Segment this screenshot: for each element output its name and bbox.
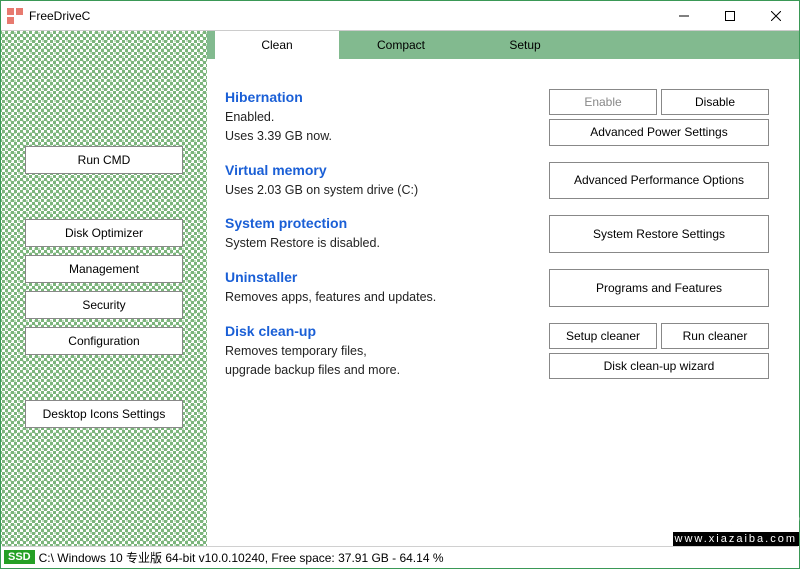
desktop-icons-button[interactable]: Desktop Icons Settings	[25, 400, 183, 428]
watermark-text: 下载吧	[673, 486, 799, 532]
hibernation-usage: Uses 3.39 GB now.	[225, 127, 549, 146]
disk-cleanup-desc2: upgrade backup files and more.	[225, 361, 549, 380]
section-system-protection: System protection System Restore is disa…	[225, 215, 769, 253]
tab-clean[interactable]: Clean	[215, 31, 339, 59]
disk-cleanup-title: Disk clean-up	[225, 323, 549, 339]
section-disk-cleanup: Disk clean-up Removes temporary files, u…	[225, 323, 769, 380]
content-area: Clean Compact Setup Hibernation Enabled.…	[207, 31, 799, 547]
app-icon	[7, 8, 23, 24]
tab-setup[interactable]: Setup	[463, 31, 587, 59]
setup-cleaner-button[interactable]: Setup cleaner	[549, 323, 657, 349]
advanced-power-settings-button[interactable]: Advanced Power Settings	[549, 119, 769, 146]
programs-and-features-button[interactable]: Programs and Features	[549, 269, 769, 307]
tab-compact[interactable]: Compact	[339, 31, 463, 59]
section-hibernation: Hibernation Enabled. Uses 3.39 GB now. E…	[225, 89, 769, 146]
run-cleaner-button[interactable]: Run cleaner	[661, 323, 769, 349]
sidebar: Run CMD Disk Optimizer Management Securi…	[1, 31, 207, 547]
hibernation-status: Enabled.	[225, 108, 549, 127]
uninstaller-title: Uninstaller	[225, 269, 549, 285]
advanced-performance-options-button[interactable]: Advanced Performance Options	[549, 162, 769, 200]
title-bar: FreeDriveC	[1, 1, 799, 31]
ssd-badge: SSD	[4, 550, 35, 564]
status-text: C:\ Windows 10 专业版 64-bit v10.0.10240, F…	[39, 549, 444, 566]
section-uninstaller: Uninstaller Removes apps, features and u…	[225, 269, 769, 307]
virtual-memory-usage: Uses 2.03 GB on system drive (C:)	[225, 181, 549, 200]
maximize-button[interactable]	[707, 1, 753, 31]
hibernation-disable-button[interactable]: Disable	[661, 89, 769, 115]
main-area: Run CMD Disk Optimizer Management Securi…	[1, 31, 799, 547]
security-button[interactable]: Security	[25, 291, 183, 319]
watermark-overlay: 下载吧 www.xiazaiba.com	[673, 486, 799, 546]
window-controls	[661, 1, 799, 30]
system-restore-settings-button[interactable]: System Restore Settings	[549, 215, 769, 253]
tabs-bar: Clean Compact Setup	[207, 31, 799, 59]
close-button[interactable]	[753, 1, 799, 31]
system-protection-status: System Restore is disabled.	[225, 234, 549, 253]
watermark-url: www.xiazaiba.com	[673, 532, 799, 546]
window-title: FreeDriveC	[29, 9, 661, 23]
disk-cleanup-wizard-button[interactable]: Disk clean-up wizard	[549, 353, 769, 380]
hibernation-enable-button[interactable]: Enable	[549, 89, 657, 115]
disk-optimizer-button[interactable]: Disk Optimizer	[25, 219, 183, 247]
run-cmd-button[interactable]: Run CMD	[25, 146, 183, 174]
minimize-button[interactable]	[661, 1, 707, 31]
section-virtual-memory: Virtual memory Uses 2.03 GB on system dr…	[225, 162, 769, 200]
hibernation-title: Hibernation	[225, 89, 549, 105]
disk-cleanup-desc1: Removes temporary files,	[225, 342, 549, 361]
uninstaller-desc: Removes apps, features and updates.	[225, 288, 549, 307]
configuration-button[interactable]: Configuration	[25, 327, 183, 355]
virtual-memory-title: Virtual memory	[225, 162, 549, 178]
system-protection-title: System protection	[225, 215, 549, 231]
clean-panel: Hibernation Enabled. Uses 3.39 GB now. E…	[207, 59, 799, 405]
status-bar: SSD C:\ Windows 10 专业版 64-bit v10.0.1024…	[2, 546, 798, 567]
management-button[interactable]: Management	[25, 255, 183, 283]
